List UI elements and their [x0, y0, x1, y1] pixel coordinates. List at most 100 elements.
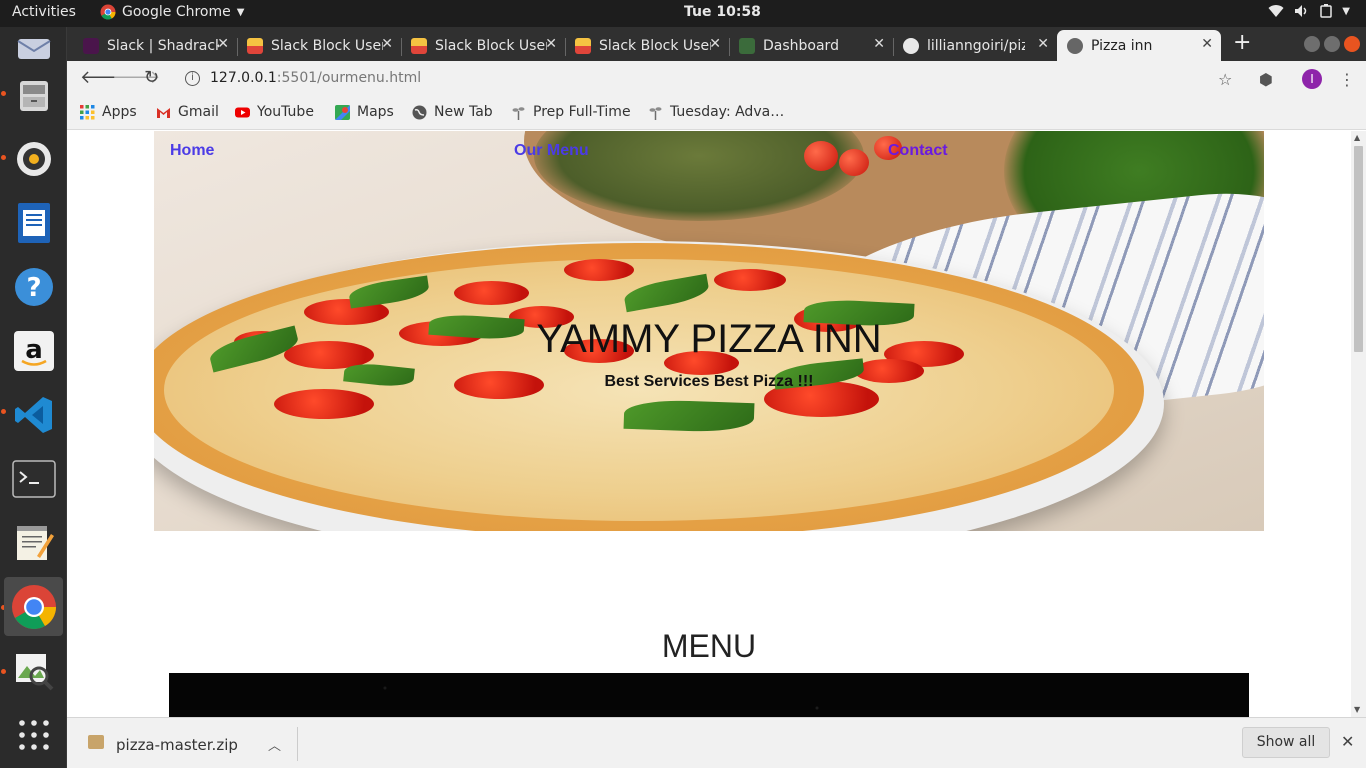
dock-image-viewer[interactable] — [4, 641, 63, 700]
chrome-window: Slack | Shadrack ✕ Slack Block User ✕ Sl… — [67, 27, 1366, 768]
nav-our-menu-link[interactable]: Our Menu — [514, 142, 589, 160]
maximize-button[interactable] — [1324, 36, 1340, 52]
terminal-icon — [11, 459, 56, 498]
profile-avatar[interactable]: I — [1302, 69, 1322, 89]
show-all-button[interactable]: Show all — [1242, 727, 1330, 758]
nav-contact-link[interactable]: Contact — [888, 142, 948, 160]
tab-slack-block-2[interactable]: Slack Block User ✕ — [401, 30, 566, 61]
tab-dashboard[interactable]: Dashboard ✕ — [729, 30, 894, 61]
bookmark-label: New Tab — [434, 104, 493, 120]
menu-heading: MENU — [661, 628, 757, 664]
tab-slack[interactable]: Slack | Shadrack ✕ — [73, 30, 238, 61]
download-shelf: pizza-master.zip ︿ Show all ✕ — [67, 717, 1366, 768]
close-icon[interactable]: ✕ — [1341, 732, 1354, 751]
clock[interactable]: Tue 10:58 — [684, 4, 761, 20]
files-icon — [19, 80, 48, 111]
bookmark-apps[interactable]: Apps — [80, 104, 137, 120]
dock-text-editor[interactable] — [4, 513, 63, 572]
apps-grid-icon — [18, 719, 49, 750]
scroll-down-arrow-icon[interactable]: ▼ — [1354, 705, 1360, 714]
tab-label: Slack | Shadrack — [107, 37, 219, 54]
download-filename: pizza-master.zip — [116, 736, 238, 754]
tab-label: Slack Block User — [271, 37, 383, 54]
tomato-slice — [274, 389, 374, 419]
dock-files[interactable] — [4, 65, 63, 124]
block-icon — [575, 37, 591, 54]
slack-icon — [83, 37, 99, 54]
chrome-icon — [100, 4, 116, 20]
dock-terminal[interactable] — [4, 449, 63, 508]
page-viewport: Home Our Menu Contact YAMMY PIZZA INN Be… — [67, 131, 1351, 717]
tab-label: lillianngoiri/pizza — [927, 37, 1025, 54]
chevron-up-icon[interactable]: ︿ — [268, 735, 281, 754]
tab-pizza-inn[interactable]: Pizza inn ✕ — [1057, 30, 1221, 61]
system-menu[interactable]: ▼ — [1268, 4, 1350, 18]
bookmark-tuesday[interactable]: Tuesday: Adva… — [648, 104, 784, 120]
close-icon[interactable]: ✕ — [545, 36, 557, 52]
chrome-icon — [11, 584, 56, 629]
close-icon[interactable]: ✕ — [381, 36, 393, 52]
close-icon[interactable]: ✕ — [217, 36, 229, 52]
youtube-icon — [235, 107, 250, 117]
close-icon[interactable]: ✕ — [1201, 36, 1213, 52]
bookmark-gmail[interactable]: Gmail — [156, 104, 219, 120]
scroll-up-arrow-icon[interactable]: ▲ — [1354, 133, 1360, 142]
sprout-icon — [512, 106, 525, 120]
dock-amazon[interactable]: a — [4, 321, 63, 380]
tab-slack-block-1[interactable]: Slack Block User ✕ — [237, 30, 402, 61]
scrollbar-thumb[interactable] — [1354, 146, 1363, 352]
app-menu-label: Google Chrome — [122, 4, 231, 20]
sprout-icon — [649, 106, 662, 120]
block-icon — [411, 37, 427, 54]
zip-file-icon — [88, 735, 104, 749]
close-icon[interactable]: ✕ — [1037, 36, 1049, 52]
close-icon[interactable]: ✕ — [709, 36, 721, 52]
dock-help[interactable]: ? — [4, 257, 63, 316]
image-viewer-icon — [15, 653, 53, 690]
volume-icon — [1295, 5, 1307, 17]
basil-leaf — [623, 398, 755, 434]
hero-title: YAMMY PIZZA INN — [536, 317, 882, 361]
vscode-icon — [14, 396, 52, 433]
wifi-icon — [1268, 5, 1284, 18]
address-bar[interactable]: i 127.0.0.1:5501/ourmenu.html — [177, 65, 1347, 93]
tab-label: Dashboard — [763, 37, 839, 54]
download-item[interactable]: pizza-master.zip ︿ — [83, 727, 298, 761]
extension-icon[interactable]: ⬢ — [1259, 70, 1273, 89]
tab-strip: Slack | Shadrack ✕ Slack Block User ✕ Sl… — [67, 27, 1366, 61]
dock-vscode[interactable] — [4, 385, 63, 444]
minimize-button[interactable] — [1304, 36, 1320, 52]
document-icon — [17, 202, 50, 243]
reload-button[interactable]: ↻ — [144, 69, 159, 87]
battery-icon — [1320, 4, 1333, 18]
app-menu[interactable]: Google Chrome ▼ — [100, 4, 244, 20]
new-tab-button[interactable]: + — [1233, 32, 1251, 54]
menu-kebab-icon[interactable]: ⋮ — [1339, 70, 1355, 89]
bookmark-star-icon[interactable]: ☆ — [1218, 70, 1232, 89]
bookmark-maps[interactable]: Maps — [335, 104, 394, 120]
svg-text:?: ? — [26, 273, 41, 303]
dock-writer[interactable] — [4, 193, 63, 252]
dashboard-icon — [739, 37, 755, 54]
nav-home-link[interactable]: Home — [170, 142, 214, 160]
page-scrollbar[interactable]: ▲ ▼ — [1351, 131, 1366, 717]
show-applications-button[interactable] — [4, 705, 63, 764]
tab-github[interactable]: lillianngoiri/pizza ✕ — [893, 30, 1057, 61]
url-path: :5501/ourmenu.html — [276, 70, 422, 86]
close-window-button[interactable] — [1344, 36, 1360, 52]
chevron-down-icon: ▼ — [236, 6, 245, 18]
dock-rhythmbox[interactable] — [4, 129, 63, 188]
hero-subtitle: Best Services Best Pizza !!! — [604, 373, 814, 390]
info-icon[interactable]: i — [185, 71, 200, 86]
system-top-bar: Activities Google Chrome ▼ Tue 10:58 ▼ — [0, 0, 1366, 27]
close-icon[interactable]: ✕ — [873, 36, 885, 52]
tomato-slice — [454, 281, 529, 305]
dock-chrome[interactable] — [4, 577, 63, 636]
gmail-icon — [157, 107, 170, 118]
dock-thunderbird[interactable] — [4, 13, 63, 72]
bookmark-new-tab[interactable]: New Tab — [412, 104, 493, 120]
tab-slack-block-3[interactable]: Slack Block User ✕ — [565, 30, 730, 61]
bookmark-label: Maps — [357, 104, 394, 120]
bookmark-prep-full-time[interactable]: Prep Full-Time — [511, 104, 631, 120]
bookmark-youtube[interactable]: YouTube — [235, 104, 314, 120]
